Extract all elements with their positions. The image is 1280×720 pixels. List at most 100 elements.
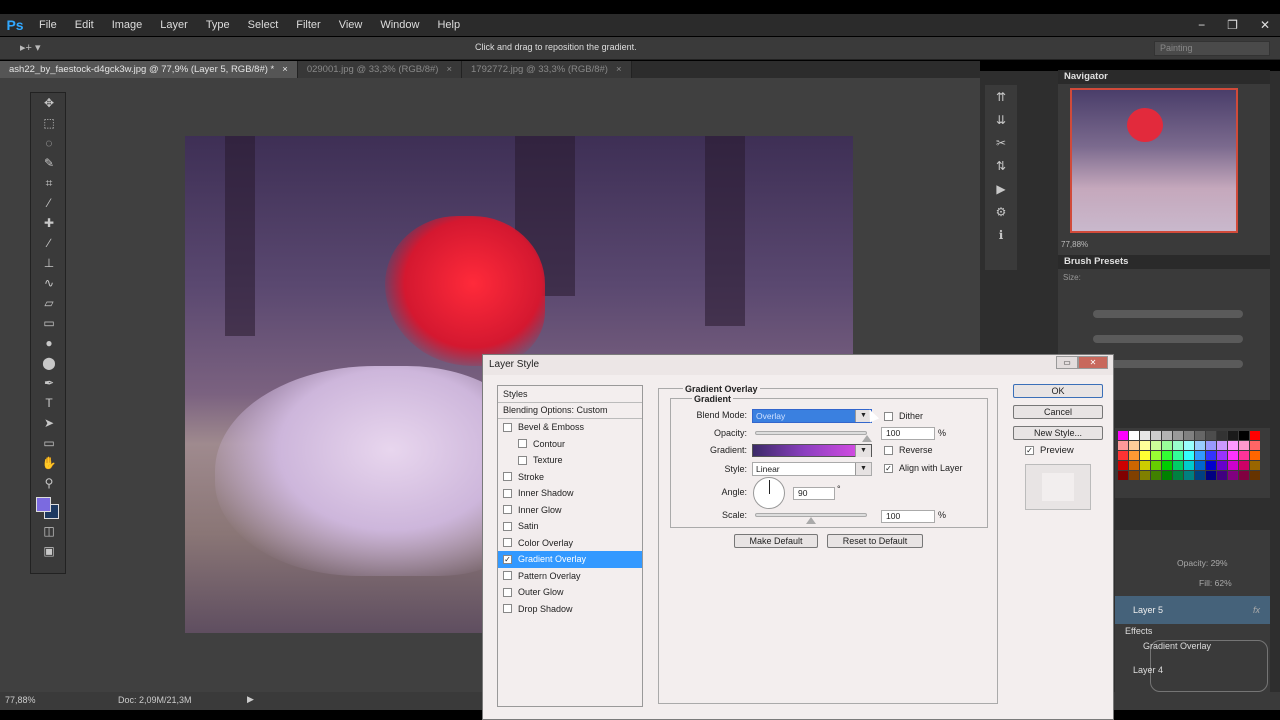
checkbox-box[interactable]: [503, 538, 512, 548]
navigator-thumbnail[interactable]: [1070, 88, 1238, 233]
opacity-input[interactable]: 100: [881, 427, 935, 440]
opacity-slider[interactable]: [755, 431, 867, 435]
new-style-button[interactable]: New Style...: [1013, 426, 1103, 440]
crop-icon[interactable]: ⌗: [31, 173, 67, 193]
close-icon[interactable]: ×: [282, 64, 288, 75]
navigator-zoom[interactable]: 77,88%: [1061, 240, 1088, 249]
color-swatch[interactable]: [1140, 471, 1150, 480]
color-swatch[interactable]: [1151, 451, 1161, 460]
color-swatch[interactable]: [1184, 441, 1194, 450]
color-swatch[interactable]: [1206, 441, 1216, 450]
style-item[interactable]: Inner Glow: [498, 502, 642, 519]
color-swatch[interactable]: [1228, 441, 1238, 450]
color-swatch[interactable]: [1195, 471, 1205, 480]
restore-icon[interactable]: ❐: [1227, 18, 1238, 32]
color-swatch[interactable]: [1162, 431, 1172, 440]
color-swatch[interactable]: [1239, 471, 1249, 480]
color-swatch[interactable]: [1129, 451, 1139, 460]
color-swatch[interactable]: [1239, 451, 1249, 460]
menu-window[interactable]: Window: [371, 14, 428, 36]
layers-opacity[interactable]: Opacity: 29%: [1177, 558, 1228, 568]
color-swatch[interactable]: [1162, 451, 1172, 460]
color-swatch[interactable]: [1140, 461, 1150, 470]
panel-shortcut-icon[interactable]: ✂: [985, 131, 1017, 154]
history-brush-icon[interactable]: ∿: [31, 273, 67, 293]
lasso-icon[interactable]: ◌: [31, 133, 67, 153]
color-swatch[interactable]: [1228, 451, 1238, 460]
color-swatch[interactable]: [1162, 461, 1172, 470]
tool-preset-picker[interactable]: ▸+ ▾: [20, 41, 41, 54]
layers-fill[interactable]: Fill: 62%: [1199, 578, 1232, 588]
align-with-layer-checkbox[interactable]: ✓ Align with Layer: [884, 463, 963, 473]
status-menu-arrow[interactable]: ▶: [247, 694, 254, 705]
style-item[interactable]: Contour: [498, 436, 642, 453]
color-swatch[interactable]: [1195, 451, 1205, 460]
brush-preset[interactable]: [1093, 310, 1243, 318]
color-swatch[interactable]: [1118, 441, 1128, 450]
color-swatch[interactable]: [1118, 461, 1128, 470]
cancel-button[interactable]: Cancel: [1013, 405, 1103, 419]
color-swatch[interactable]: [1250, 431, 1260, 440]
color-swatch[interactable]: [1173, 441, 1183, 450]
scale-input[interactable]: 100: [881, 510, 935, 523]
hand-icon[interactable]: ✋: [31, 453, 67, 473]
checkbox-box[interactable]: [503, 521, 512, 531]
color-swatch[interactable]: [1184, 461, 1194, 470]
color-swatch[interactable]: [1239, 441, 1249, 450]
brush-presets-title[interactable]: Brush Presets: [1058, 255, 1270, 269]
scale-slider-thumb[interactable]: [806, 517, 816, 524]
ok-button[interactable]: OK: [1013, 384, 1103, 398]
checkbox-box[interactable]: [518, 455, 527, 465]
type-icon[interactable]: T: [31, 393, 67, 413]
gradient-preview[interactable]: [753, 445, 855, 456]
checkbox-box[interactable]: [503, 571, 512, 581]
menu-edit[interactable]: Edit: [66, 14, 103, 36]
menu-help[interactable]: Help: [428, 14, 469, 36]
make-default-button[interactable]: Make Default: [734, 534, 818, 548]
eraser-icon[interactable]: ▱: [31, 293, 67, 313]
angle-input[interactable]: 90: [793, 487, 835, 500]
color-swatch[interactable]: [1195, 441, 1205, 450]
panel-shortcut-icon[interactable]: ⇅: [985, 154, 1017, 177]
menu-image[interactable]: Image: [103, 14, 152, 36]
color-swatch[interactable]: [1151, 431, 1161, 440]
panel-shortcut-icon[interactable]: ⇈: [985, 85, 1017, 108]
style-item[interactable]: Texture: [498, 452, 642, 469]
color-swatch[interactable]: [1129, 461, 1139, 470]
color-swatch[interactable]: [1162, 441, 1172, 450]
color-swatch[interactable]: [1151, 441, 1161, 450]
checkbox-box[interactable]: ✓: [1025, 446, 1034, 455]
color-swatch[interactable]: [1173, 451, 1183, 460]
color-swatch[interactable]: [1162, 471, 1172, 480]
pen-icon[interactable]: ✒: [31, 373, 67, 393]
checkbox-box[interactable]: [503, 505, 512, 515]
color-swatch[interactable]: [1184, 471, 1194, 480]
color-swatch[interactable]: [1217, 441, 1227, 450]
panel-shortcut-icon[interactable]: ⇊: [985, 108, 1017, 131]
color-swatch[interactable]: [1217, 461, 1227, 470]
blur-icon[interactable]: ●: [31, 333, 67, 353]
dither-checkbox[interactable]: Dither: [884, 411, 923, 421]
checkbox-box[interactable]: [503, 488, 512, 498]
color-swatch[interactable]: [1173, 431, 1183, 440]
menu-view[interactable]: View: [330, 14, 372, 36]
move-icon[interactable]: ✥: [31, 93, 67, 113]
color-swatch[interactable]: [1118, 471, 1128, 480]
color-swatch[interactable]: [1184, 431, 1194, 440]
color-swatch[interactable]: [1184, 451, 1194, 460]
minimize-icon[interactable]: −: [1198, 18, 1205, 32]
color-swatch[interactable]: [1195, 431, 1205, 440]
tab-document-2[interactable]: 029001.jpg @ 33,3% (RGB/8#) ×: [297, 61, 463, 78]
menu-layer[interactable]: Layer: [151, 14, 197, 36]
color-swatch[interactable]: [1118, 451, 1128, 460]
checkbox-box[interactable]: ✓: [884, 463, 893, 473]
preview-checkbox[interactable]: ✓ Preview: [1025, 445, 1074, 456]
color-swatch[interactable]: [1195, 461, 1205, 470]
close-icon[interactable]: ×: [616, 64, 622, 75]
dodge-icon[interactable]: ⬤: [31, 353, 67, 373]
color-swatch[interactable]: [1206, 461, 1216, 470]
color-swatch[interactable]: [1250, 441, 1260, 450]
screen-mode-icon[interactable]: ▣: [31, 541, 67, 561]
menu-file[interactable]: File: [30, 14, 66, 36]
blend-mode-select[interactable]: Overlay ▼: [752, 409, 872, 423]
